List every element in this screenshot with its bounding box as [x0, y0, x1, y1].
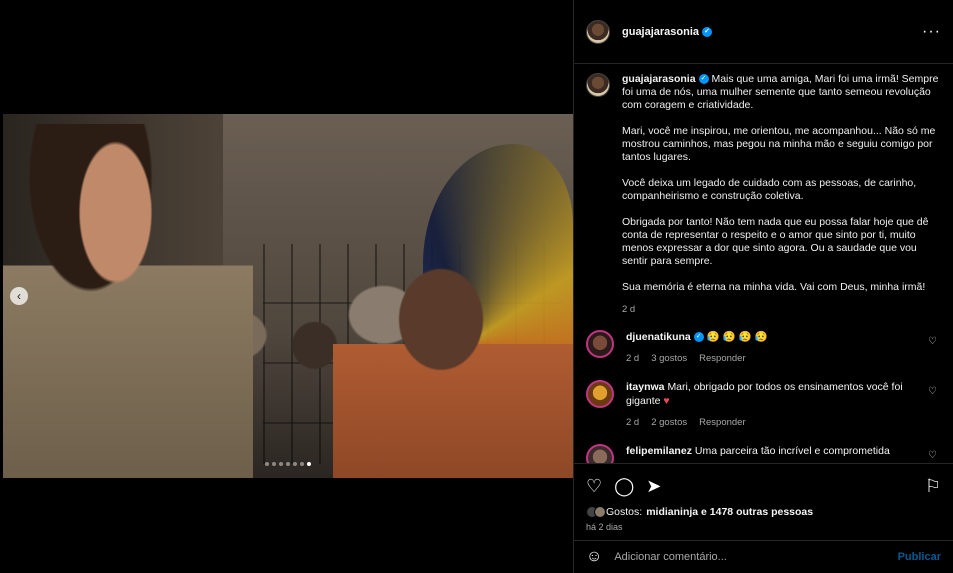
caption-paragraph: Obrigada por tanto! Não tem nada que eu …: [622, 216, 929, 267]
media-area: ‹: [0, 0, 573, 573]
author-username[interactable]: guajajarasonia ✓: [622, 26, 713, 38]
author-avatar[interactable]: [586, 19, 610, 44]
reply-button[interactable]: Responder: [699, 416, 745, 430]
post-panel: guajajarasonia ✓ ··· guajajarasonia ✓ Mais…: [573, 0, 953, 573]
like-comment-heart-icon[interactable]: ♡: [928, 336, 937, 347]
commenter-username[interactable]: djuenatikuna: [626, 331, 691, 343]
post-header: guajajarasonia ✓ ···: [574, 0, 953, 64]
action-row: ♡ ◯ ➤ ⚐: [586, 472, 941, 500]
post-actions: ♡ ◯ ➤ ⚐ Gostos: midianinja e 1478 outras…: [574, 463, 953, 532]
like-comment-heart-icon[interactable]: ♡: [928, 386, 937, 397]
photo-person-left: [3, 124, 253, 478]
likes-prefix: Gostos:: [606, 506, 643, 518]
caption-avatar[interactable]: [586, 73, 610, 97]
comment-item: felipemilanez Uma parceira tão incrível …: [586, 444, 941, 463]
comment-time: 2 d: [626, 353, 640, 364]
caption: guajajarasonia ✓ Mais que uma amiga, Mari…: [586, 73, 941, 316]
caption-paragraph: Sua memória é eterna na minha vida. Vai …: [622, 281, 926, 293]
comment-likes[interactable]: 2 gostos: [651, 416, 687, 430]
caption-paragraph: Mari, você me inspirou, me orientou, me …: [622, 125, 936, 163]
carousel-dots: [265, 462, 311, 466]
photo-person-right: [333, 234, 573, 478]
commenter-avatar[interactable]: [586, 444, 614, 463]
commenter-avatar[interactable]: [586, 380, 614, 408]
comment-item: djuenatikuna ✓ 😥 😥 😥 😥 2 d 3 gostos Respo…: [586, 330, 941, 366]
more-horizontal-icon[interactable]: ···: [922, 23, 941, 41]
carousel-dot-active: [307, 462, 311, 466]
caption-username[interactable]: guajajarasonia: [622, 73, 696, 85]
carousel-dot: [293, 462, 297, 466]
carousel-dot: [300, 462, 304, 466]
verified-icon: ✓: [693, 332, 704, 343]
carousel-dot: [272, 462, 276, 466]
comment-icon[interactable]: ◯: [614, 476, 634, 497]
post-photo[interactable]: [3, 114, 573, 478]
commenter-username[interactable]: felipemilanez: [626, 445, 692, 457]
post-time: há 2 dias: [586, 522, 623, 532]
comment-time: 2 d: [626, 417, 640, 428]
comment-text: Uma parceira tão incrível e comprometida: [694, 445, 890, 457]
bookmark-icon[interactable]: ⚐: [925, 476, 941, 497]
likes-summary[interactable]: Gostos: midianinja e 1478 outras pessoas: [586, 506, 941, 518]
carousel-dot: [286, 462, 290, 466]
verified-icon: ✓: [702, 26, 713, 37]
verified-icon: ✓: [698, 74, 709, 85]
caption-time: 2 d: [622, 304, 636, 315]
carousel-prev-button[interactable]: ‹: [10, 287, 28, 305]
add-comment-bar: ☺ Publicar: [574, 540, 953, 573]
comment-text: 😥 😥 😥 😥: [706, 331, 768, 343]
likes-text[interactable]: midianinja e 1478 outras pessoas: [646, 506, 813, 518]
emoji-icon[interactable]: ☺: [586, 548, 602, 566]
publish-button[interactable]: Publicar: [898, 551, 941, 563]
likers-avatars: [586, 506, 606, 518]
comment-item: itaynwa Mari, obrigado por todos os ensi…: [586, 380, 941, 430]
comment-input[interactable]: [614, 551, 875, 563]
comments-list: guajajarasonia ✓ Mais que uma amiga, Mari…: [574, 65, 953, 463]
caption-paragraph: Você deixa um legado de cuidado com as p…: [622, 177, 917, 202]
red-heart-icon: ♥: [663, 395, 670, 407]
comment-likes[interactable]: 3 gostos: [651, 352, 687, 366]
caption-body: guajajarasonia ✓ Mais que uma amiga, Mari…: [622, 73, 941, 316]
reply-button[interactable]: Responder: [699, 352, 745, 366]
carousel-dot: [265, 462, 269, 466]
share-icon[interactable]: ➤: [646, 476, 661, 497]
commenter-username[interactable]: itaynwa: [626, 381, 665, 393]
commenter-avatar[interactable]: [586, 330, 614, 358]
like-comment-heart-icon[interactable]: ♡: [928, 450, 937, 461]
carousel-dot: [279, 462, 283, 466]
heart-icon[interactable]: ♡: [586, 476, 602, 497]
